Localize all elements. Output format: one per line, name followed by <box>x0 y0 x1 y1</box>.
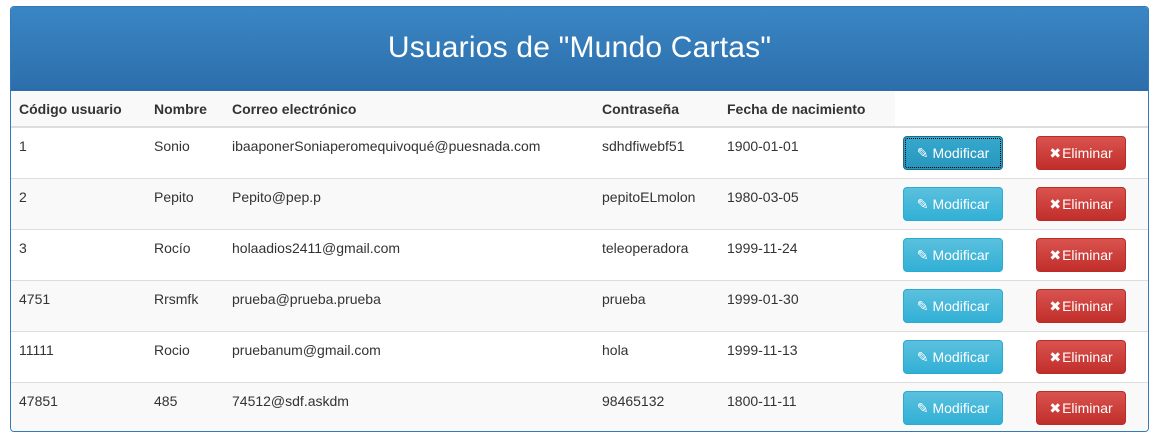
cell-codigo: 1 <box>19 138 27 154</box>
delete-button[interactable]: ✖ Eliminar <box>1036 288 1126 323</box>
cell-correo: ibaaponerSoniaperomequivoqué@puesnada.co… <box>232 138 541 154</box>
cell-fecha: 1980-03-05 <box>719 177 895 229</box>
cell-contrasena: pepitoELmolon <box>594 177 719 229</box>
modify-button[interactable]: ✎ Modificar <box>903 288 1003 323</box>
modify-button[interactable]: ✎ Modificar <box>903 339 1003 374</box>
cell-modify: ✎ Modificar <box>895 279 1028 331</box>
cell-nombre: Rocío <box>146 228 224 280</box>
cell-delete: ✖ Eliminar <box>1028 177 1148 229</box>
modify-button-label: Modificar <box>932 145 990 161</box>
x-icon: ✖ <box>1049 399 1062 416</box>
cell-nombre: Rocio <box>146 330 224 382</box>
panel-heading: Usuarios de "Mundo Cartas" <box>11 7 1148 91</box>
pencil-icon: ✎ <box>916 145 929 161</box>
table-row: 2 Pepito Pepito@pep.p pepitoELmolon 1980… <box>11 177 1148 229</box>
modify-button-label: Modificar <box>932 297 990 314</box>
cell-correo: holaadios2411@gmail.com <box>224 228 594 280</box>
cell-delete: ✖ Eliminar <box>1028 127 1148 178</box>
header-fecha: Fecha de nacimiento <box>719 91 895 128</box>
modify-button[interactable]: ✎ Modificar <box>903 136 1003 170</box>
x-icon: ✖ <box>1049 348 1062 365</box>
cell-contrasena: prueba <box>594 279 719 331</box>
cell-codigo: 4751 <box>11 279 146 331</box>
pencil-icon: ✎ <box>916 246 929 263</box>
cell-delete: ✖ Eliminar <box>1028 228 1148 280</box>
cell-nombre: 485 <box>146 381 224 431</box>
cell-fecha: 1999-01-30 <box>719 279 895 331</box>
cell-modify: ✎ Modificar <box>895 127 1028 178</box>
cell-nombre: Rrsmfk <box>146 279 224 331</box>
cell-delete: ✖ Eliminar <box>1028 330 1148 382</box>
delete-button[interactable]: ✖ Eliminar <box>1036 136 1126 170</box>
header-correo: Correo electrónico <box>224 91 594 128</box>
header-nombre: Nombre <box>146 91 224 128</box>
cell-nombre: Sonio <box>154 138 190 154</box>
table-row: 47851 485 74512@sdf.askdm 98465132 1800-… <box>11 381 1148 431</box>
x-icon: ✖ <box>1049 145 1062 161</box>
cell-codigo: 47851 <box>11 381 146 431</box>
modify-button-label: Modificar <box>932 195 990 212</box>
header-blank-modify <box>895 91 1028 128</box>
table-row: 11111 Rocio pruebanum@gmail.com hola 199… <box>11 330 1148 382</box>
cell-codigo: 11111 <box>11 330 146 382</box>
delete-button-label: Eliminar <box>1062 145 1113 161</box>
cell-modify: ✎ Modificar <box>895 177 1028 229</box>
cell-fecha: 1800-11-11 <box>719 381 895 431</box>
cell-modify: ✎ Modificar <box>895 381 1028 431</box>
modify-button-label: Modificar <box>932 348 990 365</box>
cell-fecha: 1999-11-13 <box>719 330 895 382</box>
cell-codigo: 3 <box>11 228 146 280</box>
table-row: 1 Sonio ibaaponerSoniaperomequivoqué@pue… <box>11 127 1148 178</box>
delete-button-label: Eliminar <box>1062 246 1113 263</box>
pencil-icon: ✎ <box>916 297 929 314</box>
cell-nombre: Pepito <box>146 177 224 229</box>
cell-modify: ✎ Modificar <box>895 228 1028 280</box>
x-icon: ✖ <box>1049 195 1062 212</box>
delete-button-label: Eliminar <box>1062 348 1113 365</box>
modify-button[interactable]: ✎ Modificar <box>903 186 1003 221</box>
cell-modify: ✎ Modificar <box>895 330 1028 382</box>
pencil-icon: ✎ <box>916 348 929 365</box>
delete-button-label: Eliminar <box>1062 399 1113 416</box>
x-icon: ✖ <box>1049 246 1062 263</box>
cell-codigo: 2 <box>11 177 146 229</box>
users-panel: Usuarios de "Mundo Cartas" Código usuari… <box>10 6 1149 432</box>
delete-button-label: Eliminar <box>1062 297 1113 314</box>
cell-contrasena: sdhdfiwebf51 <box>602 138 685 154</box>
x-icon: ✖ <box>1049 297 1062 314</box>
delete-button-label: Eliminar <box>1062 195 1113 212</box>
pencil-icon: ✎ <box>916 399 929 416</box>
header-blank-delete <box>1028 91 1148 128</box>
delete-button[interactable]: ✖ Eliminar <box>1036 186 1126 221</box>
users-table: Código usuario Nombre Correo electrónico… <box>11 91 1148 431</box>
table-row: 4751 Rrsmfk prueba@prueba.prueba prueba … <box>11 279 1148 331</box>
cell-contrasena: hola <box>594 330 719 382</box>
cell-delete: ✖ Eliminar <box>1028 279 1148 331</box>
delete-button[interactable]: ✖ Eliminar <box>1036 390 1126 425</box>
table-row: 3 Rocío holaadios2411@gmail.com teleoper… <box>11 228 1148 280</box>
cell-contrasena: 98465132 <box>594 381 719 431</box>
cell-correo: pruebanum@gmail.com <box>224 330 594 382</box>
modify-button[interactable]: ✎ Modificar <box>903 237 1003 272</box>
modify-button-label: Modificar <box>932 246 990 263</box>
cell-correo: Pepito@pep.p <box>224 177 594 229</box>
cell-correo: prueba@prueba.prueba <box>224 279 594 331</box>
delete-button[interactable]: ✖ Eliminar <box>1036 237 1126 272</box>
header-codigo: Código usuario <box>11 91 146 128</box>
header-contrasena: Contraseña <box>594 91 719 128</box>
cell-correo: 74512@sdf.askdm <box>224 381 594 431</box>
cell-fecha: 1900-01-01 <box>727 138 799 154</box>
modify-button[interactable]: ✎ Modificar <box>903 390 1003 425</box>
modify-button-label: Modificar <box>932 399 990 416</box>
pencil-icon: ✎ <box>916 195 929 212</box>
delete-button[interactable]: ✖ Eliminar <box>1036 339 1126 374</box>
cell-contrasena: teleoperadora <box>594 228 719 280</box>
page-title: Usuarios de "Mundo Cartas" <box>387 31 772 64</box>
cell-delete: ✖ Eliminar <box>1028 381 1148 431</box>
table-header-row: Código usuario Nombre Correo electrónico… <box>11 91 1148 128</box>
cell-fecha: 1999-11-24 <box>719 228 895 280</box>
